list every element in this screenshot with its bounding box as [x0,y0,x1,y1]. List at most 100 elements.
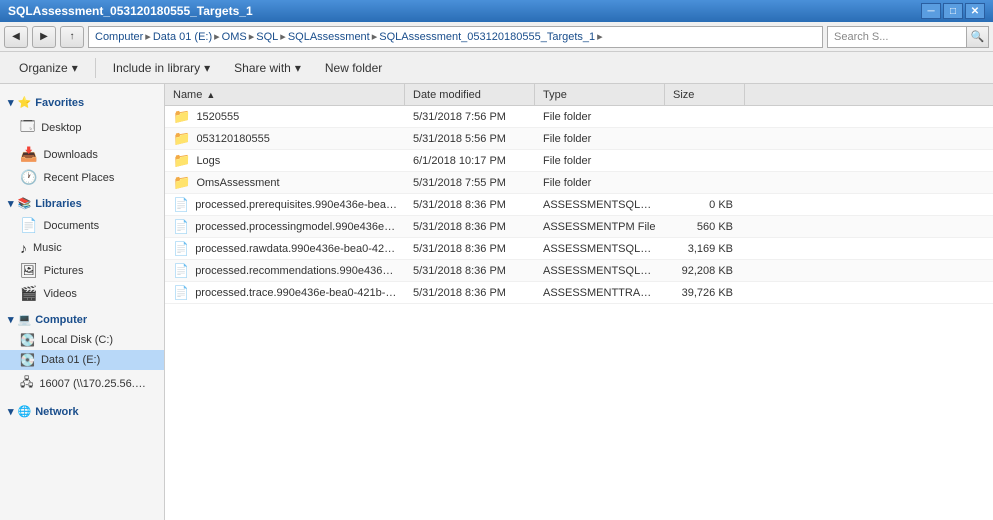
folder-icon: 📁 [173,108,190,125]
file-type-cell: ASSESSMENTTRAC... [535,287,665,299]
back-button[interactable]: ◀ [4,26,28,48]
file-type-cell: ASSESSMENTSQLRE... [535,265,665,277]
column-header-size[interactable]: Size [665,84,745,105]
table-row[interactable]: 📁 1520555 5/31/2018 7:56 PM File folder [165,106,993,128]
file-name-cell: 📁 OmsAssessment [165,174,405,191]
share-chevron-icon: ▾ [295,61,301,75]
file-type-cell: File folder [535,133,665,145]
table-row[interactable]: 📄 processed.trace.990e436e-bea0-421b-845… [165,282,993,304]
computer-header[interactable]: ▾ 💻 Computer [0,309,164,330]
file-date-cell: 5/31/2018 8:36 PM [405,199,535,211]
sidebar-item-data01-e[interactable]: 💽 Data 01 (E:) [0,350,164,370]
music-icon: ♪ [20,240,27,256]
include-label: Include in library [113,61,200,75]
favorites-star-icon: ⭐ [18,96,32,109]
favorites-chevron-icon: ▾ [8,96,14,109]
file-name: 1520555 [196,111,239,123]
table-row[interactable]: 📁 053120180555 5/31/2018 5:56 PM File fo… [165,128,993,150]
new-folder-button[interactable]: New folder [314,55,393,81]
libraries-icon: 📚 [18,197,32,210]
maximize-button[interactable]: □ [943,3,963,19]
path-target[interactable]: SQLAssessment_053120180555_Targets_1 [379,31,595,43]
sidebar-item-documents[interactable]: 📄 Documents [0,214,164,237]
window-title: SQLAssessment_053120180555_Targets_1 [8,4,921,18]
libraries-section: ▾ 📚 Libraries 📄 Documents ♪ Music 🖼 Pict… [0,193,164,305]
file-name: processed.rawdata.990e436e-bea0-421b-8..… [195,243,397,255]
search-button[interactable]: 🔍 [967,26,989,48]
sidebar-item-videos[interactable]: 🎬 Videos [0,282,164,305]
sidebar-item-desktop[interactable]: 🗔 Desktop [0,113,164,143]
local-disk-c-icon: 💽 [20,333,35,347]
forward-button[interactable]: ▶ [32,26,56,48]
table-row[interactable]: 📄 processed.recommendations.990e436e-bea… [165,260,993,282]
file-size-cell: 92,208 KB [665,265,745,277]
file-type-cell: ASSESSMENTSQLRE... [535,199,665,211]
file-name: processed.prerequisites.990e436e-bea0-42… [195,199,397,211]
favorites-section: ▾ ⭐ Favorites 🗔 Desktop 📥 Downloads 🕐 Re… [0,92,164,189]
sidebar-item-local-disk-c[interactable]: 💽 Local Disk (C:) [0,330,164,350]
file-name: OmsAssessment [196,177,279,189]
path-drive[interactable]: Data 01 (E:) [153,31,212,43]
organize-chevron-icon: ▾ [72,61,78,75]
column-header-date[interactable]: Date modified [405,84,535,105]
sidebar-item-recent[interactable]: 🕐 Recent Places [0,166,164,189]
file-date-cell: 5/31/2018 8:36 PM [405,221,535,233]
file-date-cell: 5/31/2018 8:36 PM [405,265,535,277]
file-icon: 📄 [173,241,189,257]
column-header-type[interactable]: Type [535,84,665,105]
file-size-cell: 560 KB [665,221,745,233]
network-header[interactable]: ▾ 🌐 Network [0,401,164,422]
file-name-cell: 📁 053120180555 [165,130,405,147]
organize-button[interactable]: Organize ▾ [8,55,89,81]
minimize-button[interactable]: ─ [921,3,941,19]
file-date-cell: 5/31/2018 8:36 PM [405,287,535,299]
main-content: ▾ ⭐ Favorites 🗔 Desktop 📥 Downloads 🕐 Re… [0,84,993,520]
file-icon: 📄 [173,263,189,279]
up-button[interactable]: ↑ [60,26,84,48]
include-library-button[interactable]: Include in library ▾ [102,55,221,81]
address-path[interactable]: Computer ▸ Data 01 (E:) ▸ OMS ▸ SQL ▸ SQ… [88,26,823,48]
search-input[interactable]: Search S... [827,26,967,48]
file-type-cell: ASSESSMENTSQLR... [535,243,665,255]
file-name: processed.processingmodel.990e436e-bea0-… [195,221,397,233]
network-section: ▾ 🌐 Network [0,401,164,422]
table-row[interactable]: 📄 processed.processingmodel.990e436e-bea… [165,216,993,238]
table-row[interactable]: 📁 Logs 6/1/2018 10:17 PM File folder [165,150,993,172]
sidebar-item-network-drive[interactable]: 🖧 16007 (\\170.25.56.2... [0,370,164,397]
file-size-cell: 39,726 KB [665,287,745,299]
include-chevron-icon: ▾ [204,61,210,75]
search-placeholder: Search S... [834,31,888,43]
path-sql[interactable]: SQL [256,31,278,43]
file-name-cell: 📄 processed.trace.990e436e-bea0-421b-845… [165,285,405,301]
file-list: Name ▲ Date modified Type Size 📁 1520555… [165,84,993,520]
toolbar: Organize ▾ Include in library ▾ Share wi… [0,52,993,84]
path-sqlassessment[interactable]: SQLAssessment [288,31,370,43]
sidebar-item-downloads[interactable]: 📥 Downloads [0,143,164,166]
table-row[interactable]: 📁 OmsAssessment 5/31/2018 7:55 PM File f… [165,172,993,194]
file-type-cell: File folder [535,111,665,123]
computer-chevron-icon: ▾ [8,313,14,326]
close-button[interactable]: ✕ [965,3,985,19]
data01-icon: 💽 [20,353,35,367]
share-with-button[interactable]: Share with ▾ [223,55,312,81]
column-header-name[interactable]: Name ▲ [165,84,405,105]
sidebar-item-pictures[interactable]: 🖼 Pictures [0,259,164,282]
favorites-header[interactable]: ▾ ⭐ Favorites [0,92,164,113]
path-oms[interactable]: OMS [222,31,247,43]
sidebar-item-music[interactable]: ♪ Music [0,237,164,259]
file-name-cell: 📁 1520555 [165,108,405,125]
table-row[interactable]: 📄 processed.prerequisites.990e436e-bea0-… [165,194,993,216]
sort-asc-icon: ▲ [206,90,215,100]
file-name: processed.recommendations.990e436e-bea..… [195,265,397,277]
file-rows-container: 📁 1520555 5/31/2018 7:56 PM File folder … [165,106,993,304]
file-date-cell: 5/31/2018 7:56 PM [405,111,535,123]
file-icon: 📄 [173,197,189,213]
path-computer[interactable]: Computer [95,31,143,43]
title-bar: SQLAssessment_053120180555_Targets_1 ─ □… [0,0,993,22]
table-row[interactable]: 📄 processed.rawdata.990e436e-bea0-421b-8… [165,238,993,260]
folder-icon: 📁 [173,174,190,191]
file-name-cell: 📄 processed.prerequisites.990e436e-bea0-… [165,197,405,213]
computer-icon: 💻 [18,313,32,326]
folder-icon: 📁 [173,130,190,147]
libraries-header[interactable]: ▾ 📚 Libraries [0,193,164,214]
